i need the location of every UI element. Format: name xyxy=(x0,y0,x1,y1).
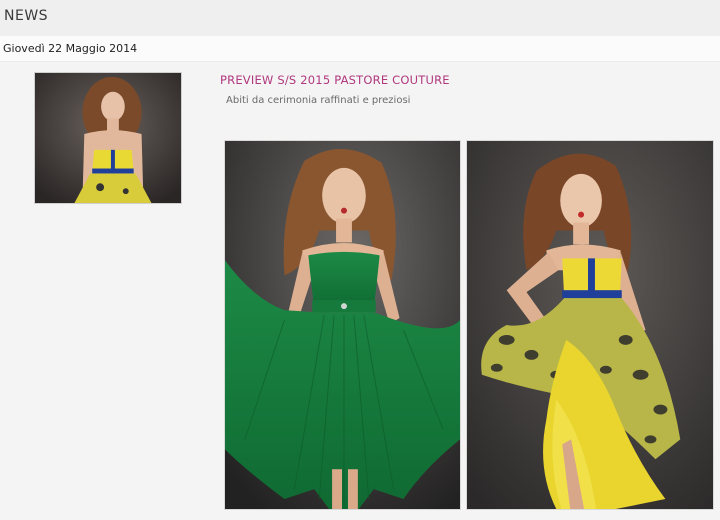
article-title[interactable]: PREVIEW S/S 2015 PASTORE COUTURE xyxy=(220,73,450,87)
photo-yellow-dress[interactable] xyxy=(466,140,714,510)
article-date: Giovedì 22 Maggio 2014 xyxy=(3,42,138,55)
yellow-dress-image xyxy=(467,141,713,509)
article-thumbnail[interactable] xyxy=(34,72,182,204)
date-bar: Giovedì 22 Maggio 2014 xyxy=(0,36,720,62)
news-header: NEWS xyxy=(0,0,720,36)
section-title: NEWS xyxy=(4,8,49,24)
thumbnail-image xyxy=(35,73,181,203)
photo-green-dress[interactable] xyxy=(224,140,461,510)
green-dress-image xyxy=(225,141,460,509)
article-subtitle: Abiti da cerimonia raffinati e preziosi xyxy=(226,95,411,106)
